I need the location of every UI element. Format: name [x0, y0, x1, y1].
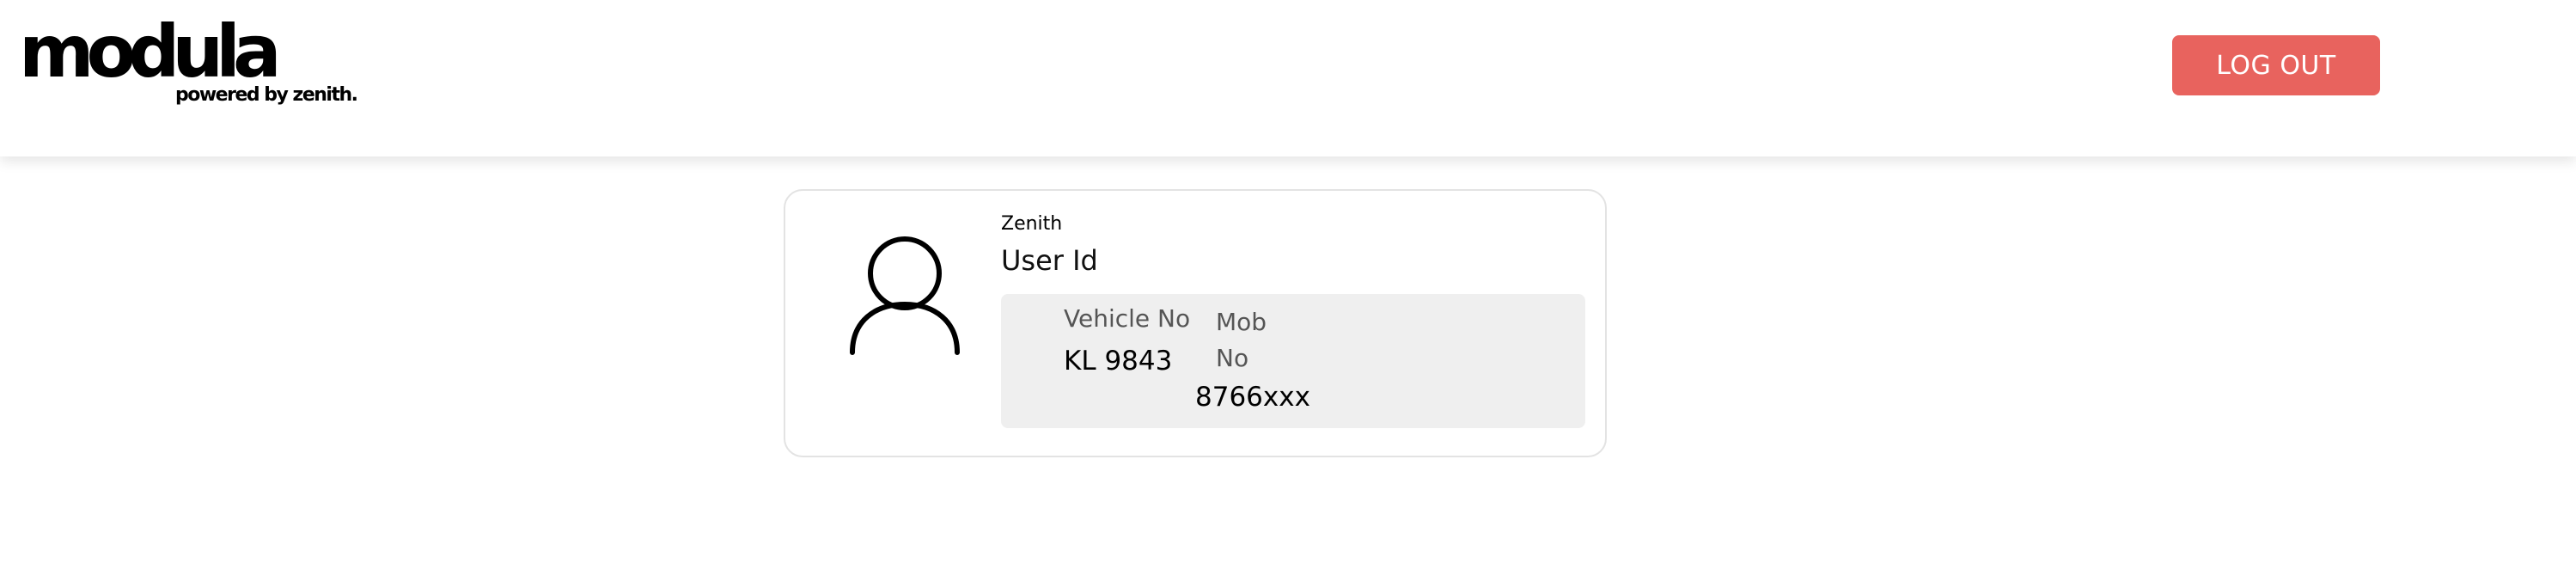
vehicle-details-box: Vehicle No KL 9843 Mob No 8766xxx — [1001, 294, 1585, 428]
vehicle-no-value: KL 9843 — [1064, 346, 1173, 377]
vehicle-no-label: Vehicle No — [1064, 304, 1191, 333]
modula-logo[interactable]: modula powered by zenith. — [19, 9, 358, 110]
user-icon — [850, 236, 960, 355]
top-header: modula powered by zenith. LOG OUT — [0, 0, 2576, 156]
organization-name: Zenith — [1001, 213, 1063, 235]
mobile-no-value: 8766xxx — [1195, 382, 1310, 413]
profile-card: Zenith User Id Vehicle No KL 9843 Mob No… — [784, 189, 1607, 457]
logo-tagline: powered by zenith. — [175, 84, 358, 106]
logout-button[interactable]: LOG OUT — [2172, 35, 2380, 95]
logo-wordmark: modula — [19, 9, 282, 94]
user-id-label: User Id — [1001, 244, 1098, 277]
mobile-no-label: Mob No — [1216, 308, 1267, 372]
